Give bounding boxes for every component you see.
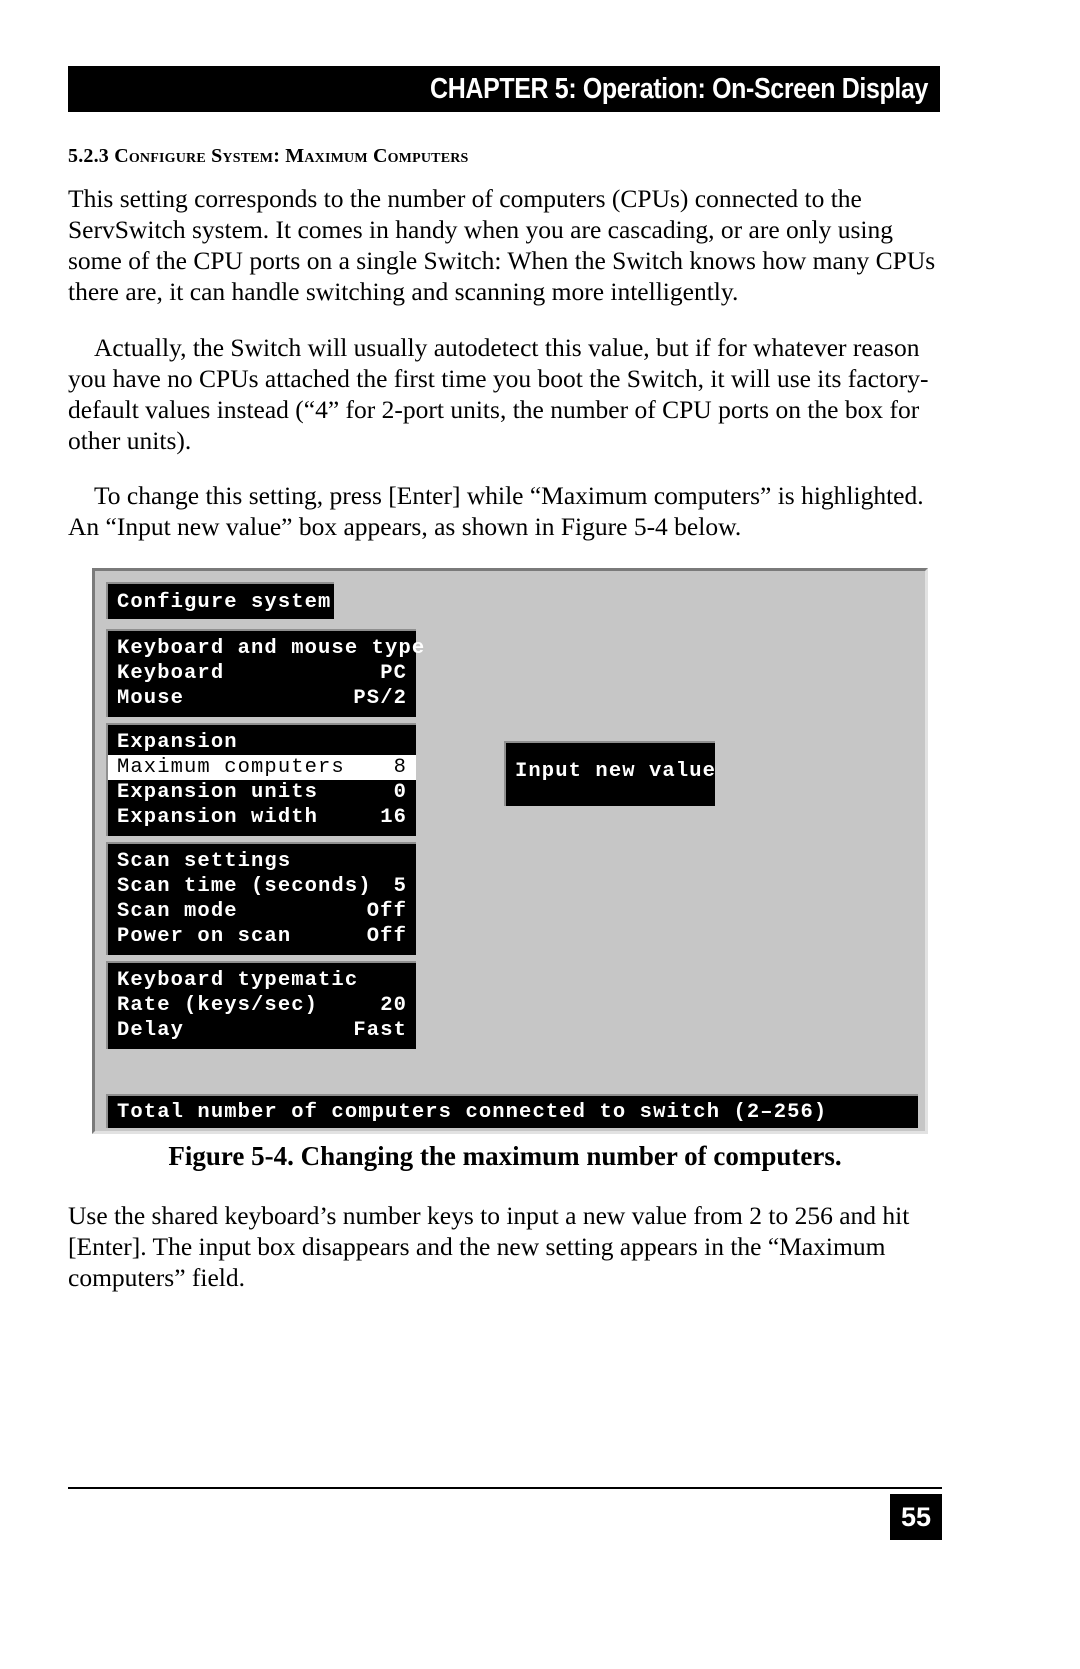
- osd-group-heading-text: Keyboard and mouse type: [117, 637, 426, 660]
- osd-group-heading: Scan settings: [117, 849, 407, 874]
- osd-row-label: Scan time (seconds): [117, 875, 372, 898]
- osd-row-keyboard[interactable]: Keyboard PC: [117, 661, 407, 686]
- osd-status-bar: Total number of computers connected to s…: [106, 1094, 918, 1128]
- osd-row-label: Expansion units: [117, 781, 319, 804]
- osd-row-maximum-computers[interactable]: Maximum computers 8: [108, 755, 416, 780]
- osd-row-label: Expansion width: [117, 806, 319, 829]
- osd-row-scan-time[interactable]: Scan time (seconds) 5: [117, 874, 407, 899]
- osd-group-keyboard-and-mouse-type: Keyboard and mouse type Keyboard PC Mous…: [106, 629, 424, 717]
- osd-row-mouse[interactable]: Mouse PS/2: [117, 686, 407, 711]
- figure-5-4: Configure system Keyboard and mouse type…: [92, 568, 928, 1134]
- osd-row-expansion-units[interactable]: Expansion units 0: [117, 780, 407, 805]
- osd-row-label: Keyboard: [117, 662, 225, 685]
- osd-row-value: 20: [380, 994, 407, 1017]
- document-page: CHAPTER 5: Operation: On-Screen Display …: [0, 0, 1080, 1669]
- running-head-banner: CHAPTER 5: Operation: On-Screen Display: [68, 66, 940, 112]
- osd-row-label: Power on scan: [117, 925, 292, 948]
- paragraph-2: Actually, the Switch will usually autode…: [68, 333, 929, 455]
- running-head-title: CHAPTER 5: Operation: On-Screen Display: [430, 72, 928, 105]
- osd-menu-title: Configure system: [117, 590, 330, 615]
- page-number-badge: 55: [890, 1494, 942, 1540]
- osd-row-power-on-scan[interactable]: Power on scan Off: [117, 924, 407, 949]
- paragraph-1: This setting corresponds to the number o…: [68, 184, 936, 306]
- osd-screen: Configure system Keyboard and mouse type…: [92, 568, 928, 1134]
- paragraph-4: Use the shared keyboard’s number keys to…: [68, 1201, 910, 1292]
- osd-row-label: Maximum computers: [117, 756, 345, 779]
- osd-status-bar-text: Total number of computers connected to s…: [117, 1101, 828, 1124]
- page-number: 55: [900, 1501, 932, 1532]
- osd-group-heading-text: Expansion: [117, 731, 238, 754]
- osd-row-rate[interactable]: Rate (keys/sec) 20: [117, 993, 407, 1018]
- input-new-value-dialog[interactable]: Input new value: [504, 741, 715, 806]
- osd-group-heading: Keyboard typematic: [117, 968, 407, 993]
- osd-group-heading: Keyboard and mouse type: [117, 636, 424, 661]
- figure-caption: Figure 5-4. Changing the maximum number …: [168, 1141, 842, 1171]
- input-new-value-title: Input new value: [515, 759, 715, 784]
- osd-group-scan-settings: Scan settings Scan time (seconds) 5 Scan…: [106, 842, 416, 955]
- osd-row-value: 8: [393, 756, 407, 779]
- osd-group-heading-text: Scan settings: [117, 850, 292, 873]
- footer-divider: [68, 1487, 942, 1489]
- osd-row-value: Fast: [353, 1019, 407, 1042]
- body-text-block-4: Use the shared keyboard’s number keys to…: [68, 1200, 942, 1313]
- osd-row-expansion-width[interactable]: Expansion width 16: [117, 805, 407, 830]
- osd-menu-title-panel: Configure system: [106, 582, 334, 619]
- osd-row-label: Scan mode: [117, 900, 238, 923]
- input-new-value-title-text: Input new value: [515, 760, 717, 783]
- paragraph-3: To change this setting, press [Enter] wh…: [68, 481, 924, 541]
- osd-group-expansion: Expansion Maximum computers 8 Expansion …: [106, 723, 416, 836]
- osd-row-scan-mode[interactable]: Scan mode Off: [117, 899, 407, 924]
- osd-row-value: 5: [393, 875, 407, 898]
- body-text-block-1: This setting corresponds to the number o…: [68, 183, 942, 327]
- osd-row-value: PC: [380, 662, 407, 685]
- section-heading: 5.2.3 Configure System: Maximum Computer…: [68, 145, 469, 167]
- osd-row-delay[interactable]: Delay Fast: [117, 1018, 407, 1043]
- osd-row-value: PS/2: [353, 687, 407, 710]
- body-text-block-2: Actually, the Switch will usually autode…: [68, 332, 942, 476]
- osd-row-label: Rate (keys/sec): [117, 994, 319, 1017]
- osd-row-value: 16: [380, 806, 407, 829]
- osd-row-label: Delay: [117, 1019, 185, 1042]
- osd-row-label: Mouse: [117, 687, 185, 710]
- body-text-block-3: To change this setting, press [Enter] wh…: [68, 480, 942, 562]
- osd-group-heading-text: Keyboard typematic: [117, 969, 359, 992]
- osd-row-value: Off: [366, 900, 407, 923]
- osd-row-value: 0: [393, 781, 407, 804]
- osd-group-heading: Expansion: [117, 730, 407, 755]
- osd-menu-title-text: Configure system: [117, 591, 332, 614]
- osd-status-bar-row: Total number of computers connected to s…: [117, 1100, 909, 1125]
- osd-group-keyboard-typematic: Keyboard typematic Rate (keys/sec) 20 De…: [106, 961, 416, 1049]
- osd-row-value: Off: [366, 925, 407, 948]
